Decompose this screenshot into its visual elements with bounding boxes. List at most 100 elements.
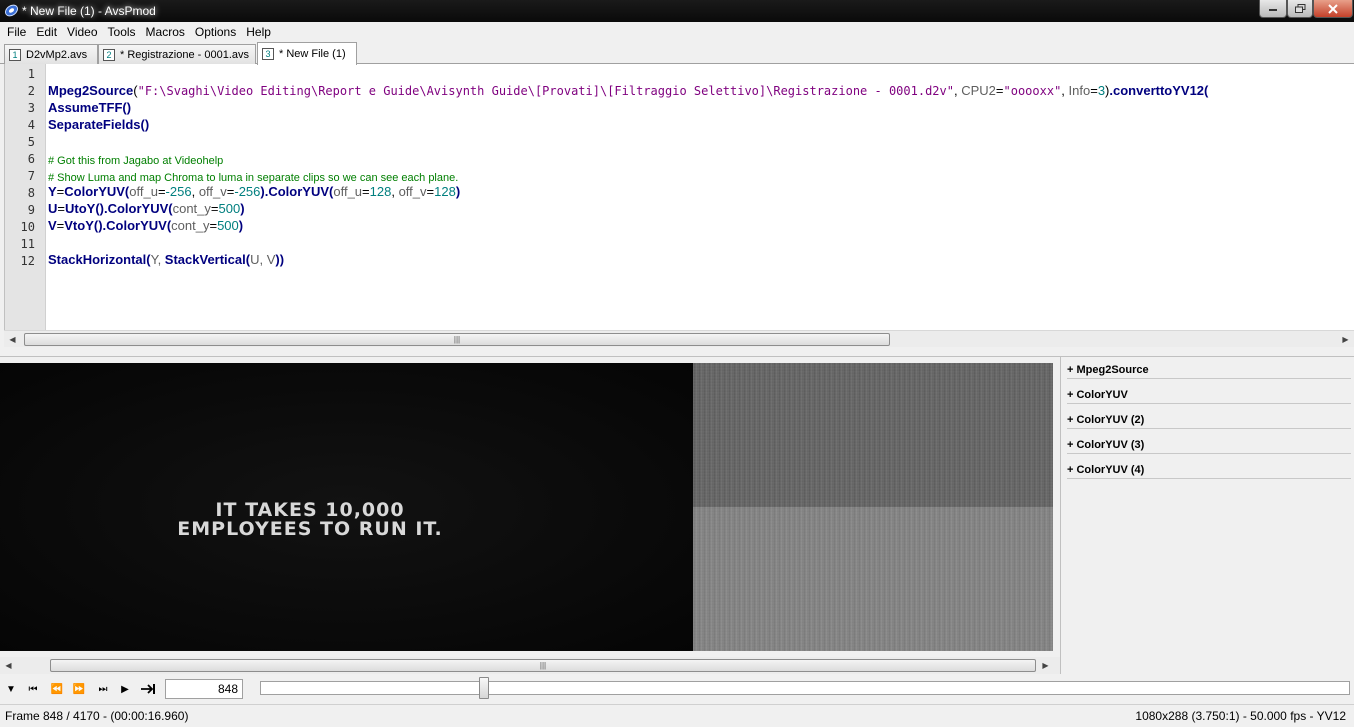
- last-frame-button[interactable]: ⏭: [94, 681, 112, 697]
- minimize-button[interactable]: [1259, 0, 1287, 18]
- status-bar: Frame 848 / 4170 - (00:00:16.960) 1080x2…: [0, 704, 1354, 724]
- code-token: "F:\Svaghi\Video Editing\Report e Guide\…: [137, 84, 954, 98]
- tab-number: 2: [103, 48, 115, 61]
- code-token: cont_y: [171, 218, 210, 233]
- frame-number-input[interactable]: 848: [165, 679, 243, 699]
- line-number: 9: [27, 203, 35, 217]
- filter-item-mpeg2source[interactable]: + Mpeg2Source: [1067, 361, 1351, 379]
- minimize-icon: [1269, 8, 1277, 11]
- video-subtitle-line: EMPLOYEES TO RUN IT.: [177, 518, 443, 540]
- video-scroll-thumb[interactable]: |||: [50, 659, 1036, 672]
- code-token: -256: [165, 184, 192, 199]
- line-number: 2: [27, 84, 35, 98]
- tab-new-file[interactable]: 3 * New File (1): [257, 42, 357, 65]
- line-number: 12: [20, 254, 35, 268]
- line-number: 7: [27, 169, 35, 183]
- u-chroma-plane-preview: [693, 363, 1053, 507]
- skip-to-start-icon: ⏮: [28, 683, 38, 695]
- frame-slider-thumb[interactable]: [479, 677, 490, 699]
- title-bar: * New File (1) - AvsPmod: [0, 0, 1354, 22]
- menu-file[interactable]: File: [2, 22, 31, 42]
- line-number: 5: [27, 135, 35, 149]
- code-token: 500: [218, 201, 241, 216]
- code-token: 3: [1097, 83, 1106, 98]
- triangle-down-icon: ▼: [6, 683, 16, 695]
- v-chroma-plane-preview: [693, 507, 1053, 651]
- code-token: Info: [1068, 83, 1091, 98]
- menu-bar: File Edit Video Tools Macros Options Hel…: [0, 22, 1354, 42]
- scroll-right-arrow-icon[interactable]: ▶: [1037, 657, 1054, 674]
- scroll-left-arrow-icon[interactable]: ◀: [0, 657, 17, 674]
- window-title: * New File (1) - AvsPmod: [22, 4, 156, 18]
- frame-slider-track[interactable]: [260, 681, 1350, 695]
- menu-video[interactable]: Video: [62, 22, 102, 42]
- code-token: StackHorizontal(: [48, 252, 151, 267]
- code-token: off_u: [333, 184, 363, 199]
- goto-frame-button[interactable]: [139, 681, 157, 697]
- tab-bar: 1 D2vMp2.avs 2 * Registrazione - 0001.av…: [0, 42, 1354, 65]
- code-line-2: Mpeg2Source("F:\Svaghi\Video Editing\Rep…: [48, 83, 1209, 98]
- code-token: ).ColorYUV(: [260, 184, 334, 199]
- menu-macros[interactable]: Macros: [141, 22, 190, 42]
- line-number: 3: [27, 101, 35, 115]
- close-button[interactable]: [1313, 0, 1353, 18]
- video-preview-area: IT TAKES 10,000 EMPLOYEES TO RUN IT.: [0, 357, 1060, 657]
- toggle-preview-button[interactable]: ▼: [2, 681, 20, 697]
- transport-bar: ▼ ⏮ ⏪ ⏩ ⏭ ▶ 848: [0, 674, 1354, 704]
- code-line-9: U=UtoY().ColorYUV(cont_y=500): [48, 201, 245, 216]
- maximize-button[interactable]: [1287, 0, 1313, 18]
- editor-scroll-thumb[interactable]: |||: [24, 333, 890, 346]
- previous-second-button[interactable]: ⏪: [48, 681, 66, 697]
- code-token: off_u: [129, 184, 158, 199]
- tab-label: D2vMp2.avs: [26, 48, 88, 61]
- line-number: 8: [27, 186, 35, 200]
- code-line-6: # Got this from Jagabo at Videohelp: [48, 152, 223, 167]
- code-token: off_v: [198, 184, 227, 199]
- code-token: cont_y: [172, 201, 211, 216]
- filter-item-coloryuv-4[interactable]: + ColorYUV (4): [1067, 461, 1351, 479]
- filter-item-coloryuv-2[interactable]: + ColorYUV (2): [1067, 411, 1351, 429]
- video-horizontal-scrollbar[interactable]: ◀ ||| ▶: [0, 657, 1060, 674]
- filter-item-coloryuv-3[interactable]: + ColorYUV (3): [1067, 436, 1351, 454]
- scroll-left-arrow-icon[interactable]: ◀: [4, 331, 21, 348]
- tab-d2vmp2[interactable]: 1 D2vMp2.avs: [4, 44, 98, 64]
- code-token: Y,: [150, 252, 165, 267]
- play-button[interactable]: ▶: [116, 681, 134, 697]
- scroll-right-arrow-icon[interactable]: ▶: [1337, 331, 1354, 348]
- code-line-10: V=VtoY().ColorYUV(cont_y=500): [48, 218, 244, 233]
- goto-arrow-icon: [141, 684, 155, 694]
- line-number: 11: [20, 237, 35, 251]
- first-frame-button[interactable]: ⏮: [24, 681, 42, 697]
- menu-help[interactable]: Help: [241, 22, 276, 42]
- code-token: V: [48, 218, 57, 233]
- rewind-icon: ⏪: [50, 683, 64, 695]
- code-token: 128: [434, 184, 456, 199]
- code-token: 500: [217, 218, 239, 233]
- skip-to-end-icon: ⏭: [98, 683, 108, 695]
- menu-tools[interactable]: Tools: [103, 22, 141, 42]
- menu-options[interactable]: Options: [190, 22, 241, 42]
- code-comment: # Show Luma and map Chroma to luma in se…: [48, 172, 459, 184]
- fast-forward-icon: ⏩: [72, 683, 86, 695]
- tab-number: 1: [9, 48, 21, 61]
- line-number: 10: [20, 220, 35, 234]
- script-editor[interactable]: 1 2 3 4 5 6 7 8 9 10 11 12 Mpeg2Source("…: [4, 64, 1354, 330]
- code-line-3: AssumeTFF(): [48, 100, 131, 115]
- filter-item-coloryuv[interactable]: + ColorYUV: [1067, 386, 1351, 404]
- menu-edit[interactable]: Edit: [31, 22, 62, 42]
- code-token: CPU2: [961, 83, 996, 98]
- line-number: 1: [27, 67, 35, 81]
- pane-splitter[interactable]: [0, 347, 1354, 357]
- editor-horizontal-scrollbar[interactable]: ◀ ||| ▶: [4, 330, 1354, 347]
- next-second-button[interactable]: ⏩: [70, 681, 88, 697]
- tab-registrazione[interactable]: 2 * Registrazione - 0001.avs: [98, 44, 256, 64]
- code-token: SeparateFields(): [48, 117, 150, 132]
- code-token: Mpeg2Source: [48, 83, 134, 98]
- video-frame[interactable]: IT TAKES 10,000 EMPLOYEES TO RUN IT.: [0, 363, 1053, 651]
- code-token: )): [275, 252, 285, 267]
- code-line-4: SeparateFields(): [48, 117, 149, 132]
- app-icon: [5, 4, 18, 17]
- close-icon: [1328, 3, 1338, 14]
- code-line-7: # Show Luma and map Chroma to luma in se…: [48, 169, 458, 184]
- code-line-8: Y=ColorYUV(off_u=-256, off_v=-256).Color…: [48, 184, 461, 199]
